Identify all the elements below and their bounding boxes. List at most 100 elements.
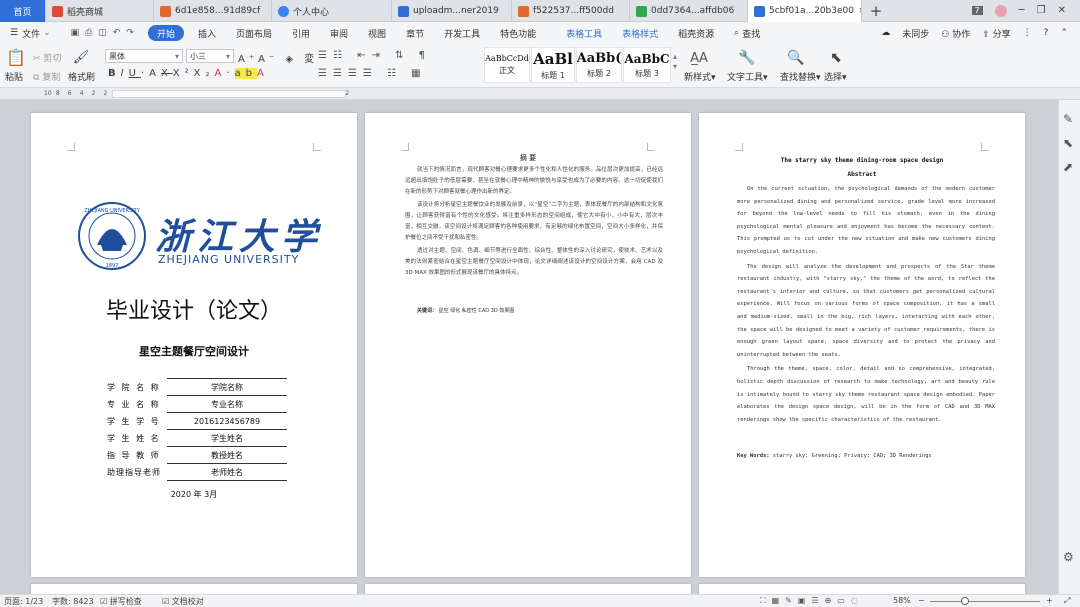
menu-file[interactable]: ☰ 文件 ⌄ bbox=[0, 22, 61, 44]
redo-icon[interactable]: ↷ bbox=[126, 28, 134, 38]
undo-icon[interactable]: ↶ bbox=[113, 28, 121, 38]
tab-doc-2[interactable]: uploadm...ner2019 bbox=[392, 0, 512, 22]
spell-check-button[interactable]: ☑ 拼写检查 bbox=[100, 596, 142, 607]
find-replace-button[interactable]: 查找替换▾ bbox=[780, 70, 821, 83]
fit-icon[interactable]: ⤢ bbox=[1064, 596, 1070, 606]
menu-chapter[interactable]: 章节 bbox=[396, 22, 434, 44]
brush-icon: 🖌 bbox=[72, 49, 90, 65]
font-size-select[interactable]: 小三 ▾ bbox=[186, 49, 234, 63]
help-icon[interactable]: ? bbox=[1044, 28, 1049, 38]
tab-label: uploadm...ner2019 bbox=[413, 6, 499, 16]
collapse-icon[interactable]: ⌃ bbox=[1060, 28, 1068, 38]
pen-icon[interactable]: ✎ bbox=[1063, 112, 1073, 126]
word-count[interactable]: 字数: 8423 bbox=[52, 596, 94, 607]
document-workspace[interactable]: ZHEJIANG UNIVERSITY 1897 浙江大学 ZHEJIANG U… bbox=[0, 100, 1058, 594]
zoom-in-icon[interactable]: + bbox=[1046, 596, 1053, 605]
save-icon[interactable]: ▣ bbox=[71, 28, 80, 38]
menu-layout[interactable]: 页面布局 bbox=[226, 22, 282, 44]
right-sidebar: ✎ ⬉ ⬈ ⚙ bbox=[1058, 100, 1080, 594]
menu-references[interactable]: 引用 bbox=[282, 22, 320, 44]
tab-doc-3[interactable]: f522537...ff500dd bbox=[512, 0, 630, 22]
menu-table-style[interactable]: 表格样式 bbox=[612, 22, 668, 44]
new-tab-button[interactable]: + bbox=[862, 0, 890, 21]
sync-status[interactable]: 未同步 bbox=[902, 27, 929, 40]
text-tools-button[interactable]: 文字工具▾ bbox=[727, 70, 768, 83]
print-icon[interactable]: ⎙ bbox=[85, 28, 92, 38]
abstract-body: 就当下的情况而言，现代顾客对餐心理要求更多个性化和人性化的服务。品位层次更加提高… bbox=[405, 165, 663, 281]
zju-seal-logo: ZHEJIANG UNIVERSITY 1897 bbox=[78, 202, 146, 270]
new-style-button[interactable]: 新样式▾ bbox=[684, 70, 716, 83]
preview-icon[interactable]: ◫ bbox=[98, 28, 107, 38]
tab-label: 5cbf01a...20b3e00 bbox=[769, 6, 854, 16]
cloud-icon: ☁ bbox=[881, 28, 891, 38]
tab-doc-4[interactable]: 0dd7364...affdb06 bbox=[630, 0, 748, 22]
close-icon[interactable]: × bbox=[858, 6, 861, 16]
paragraph: Through the theme, space, color, detail … bbox=[737, 366, 995, 423]
table-row: 学 生 学 号 2016123456789 bbox=[105, 412, 287, 430]
menu-features[interactable]: 特色功能 bbox=[490, 22, 546, 44]
style-scroll-icon[interactable]: ▴ ▾ bbox=[673, 52, 677, 72]
share-button[interactable]: ⇪ 分享 bbox=[982, 27, 1010, 40]
style-heading-2[interactable]: AaBb(标题 2 bbox=[576, 47, 622, 83]
close-window-icon[interactable]: ✕ bbox=[1058, 5, 1066, 16]
margin-corner bbox=[67, 143, 75, 151]
view-mode-buttons[interactable]: ⛶▦✎▣☰⊕▭◌ bbox=[760, 596, 864, 606]
format-painter-button[interactable]: 格式刷 bbox=[68, 70, 95, 83]
collab-button[interactable]: ⚇ 协作 bbox=[941, 27, 970, 40]
badge-icon[interactable]: 7 bbox=[971, 6, 983, 15]
tab-doc-1[interactable]: 6d1e858...91d89cf bbox=[154, 0, 272, 22]
menu-view[interactable]: 视图 bbox=[358, 22, 396, 44]
tab-label: 个人中心 bbox=[293, 7, 330, 18]
font-name-select[interactable]: 黑体 ▾ bbox=[105, 49, 183, 63]
align-controls[interactable]: ☰☰☰☰ ☷ ▦ bbox=[318, 68, 427, 79]
tab-doc-active[interactable]: 5cbf01a...20b3e00 × bbox=[748, 0, 862, 22]
zoom-out-icon[interactable]: − bbox=[918, 596, 925, 605]
pdf-icon bbox=[160, 5, 171, 17]
paragraph: 该设计将分析星空主题餐饮业的发展及前景，以“星空”二字为主题，表体现餐厅的内部结… bbox=[405, 202, 663, 241]
menu-search[interactable]: ⌕ 查找 bbox=[724, 22, 770, 44]
page-indicator[interactable]: 页面: 1/23 bbox=[4, 596, 43, 607]
paste-button[interactable]: 粘贴 bbox=[5, 70, 23, 83]
zoom-slider-thumb[interactable] bbox=[961, 597, 969, 605]
tab-label: 0dd7364...affdb06 bbox=[651, 6, 735, 16]
quick-access: ▣ ⎙ ◫ ↶ ↷ bbox=[61, 22, 144, 44]
cover-info-table: 学 院 名 称学院名称 专 业 名 称专业名称 学 生 学 号 201612345… bbox=[105, 378, 287, 481]
restore-icon[interactable]: ❐ bbox=[1037, 5, 1046, 16]
tab-personal[interactable]: 个人中心 bbox=[272, 0, 392, 22]
cut-button[interactable]: ✂ 剪切 bbox=[33, 51, 61, 64]
menu-review[interactable]: 审阅 bbox=[320, 22, 358, 44]
more-icon[interactable]: ⋮ bbox=[1023, 28, 1032, 38]
english-keywords: Key Words: starry sky; Greening; Privacy… bbox=[737, 453, 932, 459]
tab-home[interactable]: 首页 bbox=[0, 0, 46, 22]
style-normal[interactable]: AaBbCcDd 正文 bbox=[484, 47, 530, 83]
style-heading-1[interactable]: AaBl 标题 1 bbox=[531, 47, 575, 83]
zoom-slider[interactable] bbox=[930, 601, 1040, 602]
settings-icon[interactable]: ⚙ bbox=[1063, 550, 1074, 564]
menu-insert[interactable]: 插入 bbox=[188, 22, 226, 44]
list-controls[interactable]: ☰☷ ⇤⇥ ⇅ ¶ bbox=[318, 50, 431, 61]
cursor-icon[interactable]: ⬉ bbox=[1063, 136, 1073, 150]
select-button[interactable]: 选择▾ bbox=[824, 70, 847, 83]
margin-corner bbox=[313, 143, 321, 151]
status-bar: 页面: 1/23 字数: 8423 ☑ 拼写检查 ☑ 文档校对 ⛶▦✎▣☰⊕▭◌… bbox=[0, 594, 1080, 607]
table-row: 学 生 姓 名学生姓名 bbox=[105, 429, 287, 447]
share-icon: ⇪ bbox=[982, 29, 990, 40]
doc-proof-button[interactable]: ☑ 文档校对 bbox=[162, 596, 204, 607]
menu-docer[interactable]: 稻壳资源 bbox=[668, 22, 724, 44]
margin-corner bbox=[981, 143, 989, 151]
font-size-controls[interactable]: A⁺A⁻ ◈ 変 bbox=[238, 50, 318, 65]
paragraph: On the current situation, the psychologi… bbox=[737, 186, 995, 255]
minimize-icon[interactable]: ─ bbox=[1019, 5, 1025, 16]
copy-button[interactable]: ⧉ 复制 bbox=[33, 70, 60, 83]
menu-start[interactable]: 开始 bbox=[147, 25, 184, 41]
font-style-controls[interactable]: BIU·AXX²X₂A·abA bbox=[108, 68, 269, 79]
menu-table-tools[interactable]: 表格工具 bbox=[556, 22, 612, 44]
zoom-level[interactable]: 58% bbox=[893, 596, 911, 605]
style-heading-3[interactable]: AaBbC 标题 3 bbox=[623, 47, 671, 83]
user-icon bbox=[278, 5, 289, 17]
avatar[interactable] bbox=[994, 4, 1007, 17]
paste-icon[interactable]: 📋 bbox=[6, 47, 26, 67]
pointer-icon[interactable]: ⬈ bbox=[1063, 160, 1073, 174]
tab-store[interactable]: 稻壳商城 bbox=[46, 0, 154, 22]
menu-developer[interactable]: 开发工具 bbox=[434, 22, 490, 44]
